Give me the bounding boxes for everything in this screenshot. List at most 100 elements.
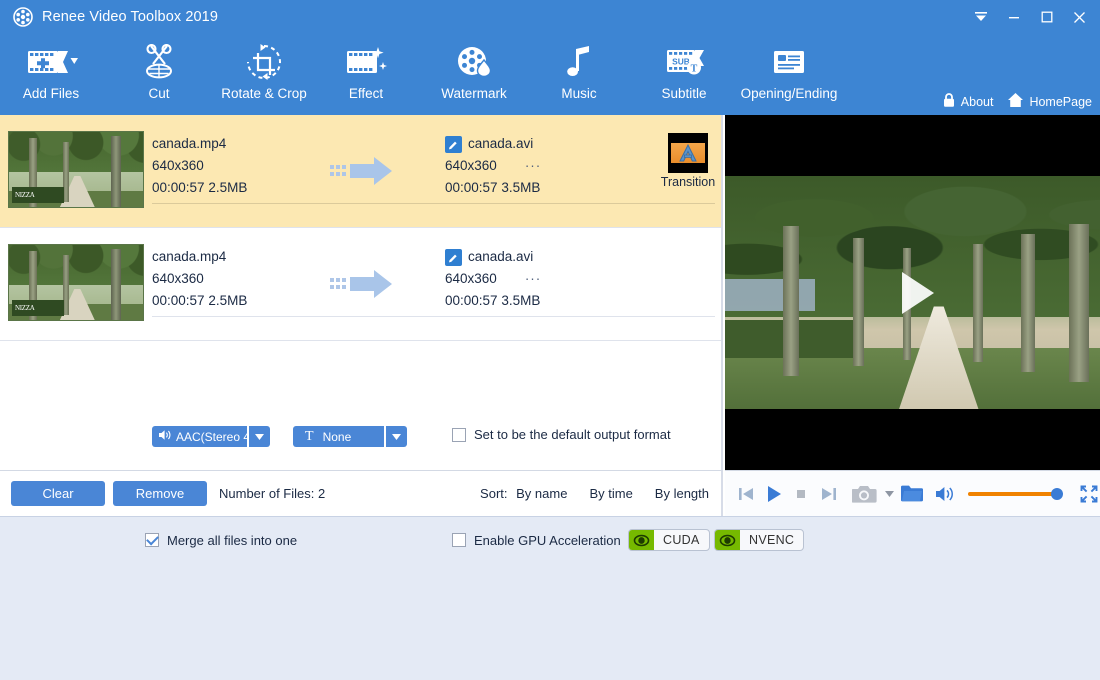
audio-track-value: AAC(Stereo 4 bbox=[176, 429, 247, 444]
speaker-icon[interactable] bbox=[934, 481, 956, 507]
source-metadata: canada.mp4 640x360 00:00:57 2.5MB bbox=[152, 246, 247, 312]
source-filename: canada.mp4 bbox=[152, 136, 227, 151]
home-icon bbox=[1007, 92, 1024, 111]
minimize-button[interactable] bbox=[997, 2, 1030, 32]
toolbar-item-subtitle[interactable]: SUB T Subtitle bbox=[629, 40, 739, 101]
subtitle-track-dropdown[interactable]: T None bbox=[293, 426, 407, 447]
svg-text:T: T bbox=[691, 63, 698, 74]
clear-button[interactable]: Clear bbox=[11, 481, 105, 506]
nvidia-eye-icon bbox=[715, 530, 740, 550]
settings-panel: Merge all files into one Enable GPU Acce… bbox=[0, 516, 1100, 680]
about-label: About bbox=[960, 94, 994, 109]
app-header: Renee Video Toolbox 2019 Add Files Cut R… bbox=[0, 0, 1100, 115]
toolbar-item-label: Subtitle bbox=[661, 86, 707, 101]
target-duration: 00:00:57 bbox=[445, 180, 498, 195]
target-metadata: canada.avi 640x360 ··· 00:00:57 3.5MB bbox=[445, 246, 541, 312]
toolbar-item-cut[interactable]: Cut bbox=[104, 40, 214, 101]
add-film-icon bbox=[24, 40, 78, 84]
skip-previous-icon[interactable] bbox=[735, 481, 757, 507]
target-resolution: 640x360 bbox=[445, 271, 497, 286]
stop-icon[interactable] bbox=[791, 481, 813, 507]
thumbnail-caption: NIZZA bbox=[12, 187, 64, 203]
target-duration: 00:00:57 bbox=[445, 293, 498, 308]
toolbar-item-label: Opening/Ending bbox=[740, 86, 838, 101]
subtitle-sub-t-icon: SUB T bbox=[663, 40, 705, 84]
play-icon[interactable] bbox=[763, 481, 785, 507]
film-reel-icon bbox=[12, 6, 34, 28]
convert-arrow-icon bbox=[330, 270, 400, 298]
toolbar-item-watermark[interactable]: Watermark bbox=[419, 40, 529, 101]
volume-slider-knob[interactable] bbox=[1051, 487, 1064, 500]
folder-icon[interactable] bbox=[900, 481, 924, 507]
subtitle-track-value: None bbox=[322, 429, 352, 444]
header-links: About HomePage bbox=[942, 92, 1092, 111]
checkbox-box bbox=[452, 427, 466, 442]
sort-controls: Sort: By name By time By length bbox=[480, 486, 709, 501]
toolbar-item-label: Cut bbox=[148, 86, 170, 101]
volume-slider[interactable] bbox=[967, 487, 1064, 500]
close-button[interactable] bbox=[1063, 2, 1096, 32]
file-list-panel[interactable]: NIZZA canada.mp4 640x360 00:00:57 2.5MB bbox=[0, 115, 723, 470]
toolbar-item-label: Music bbox=[561, 86, 597, 101]
window-controls bbox=[964, 0, 1096, 34]
toolbar-item-opening-ending[interactable]: Opening/Ending bbox=[734, 40, 844, 101]
rotate-crop-icon bbox=[244, 40, 284, 84]
gpu-acceleration-label: Enable GPU Acceleration bbox=[474, 532, 621, 548]
target-more: ··· bbox=[524, 158, 542, 173]
toolbar-item-add-files[interactable]: Add Files bbox=[0, 40, 106, 101]
opening-ending-icon bbox=[769, 40, 809, 84]
table-row[interactable]: NIZZA canada.mp4 640x360 00:00:57 2.5MB bbox=[0, 228, 721, 447]
watermark-droplet-icon bbox=[454, 40, 494, 84]
source-size: 2.5MB bbox=[208, 293, 248, 308]
target-filename: canada.avi bbox=[468, 136, 534, 151]
about-link[interactable]: About bbox=[942, 92, 994, 111]
gpu-acceleration-checkbox[interactable]: Enable GPU Acceleration bbox=[452, 533, 621, 548]
remove-button[interactable]: Remove bbox=[113, 481, 207, 506]
file-count-label: Number of Files: 2 bbox=[219, 486, 326, 501]
film-sparkle-icon bbox=[344, 40, 388, 84]
transition-label: Transition bbox=[660, 175, 716, 189]
caret-down-icon[interactable] bbox=[249, 426, 270, 447]
toolbar-item-effect[interactable]: Effect bbox=[311, 40, 421, 101]
svg-text:SUB: SUB bbox=[672, 57, 690, 67]
transition-a-icon bbox=[668, 133, 708, 173]
play-overlay-icon[interactable] bbox=[876, 256, 950, 330]
skip-next-icon[interactable] bbox=[818, 481, 840, 507]
caret-down-icon[interactable] bbox=[884, 481, 894, 507]
caret-down-icon[interactable] bbox=[386, 426, 407, 447]
toolbar-item-rotate-crop[interactable]: Rotate & Crop bbox=[209, 40, 319, 101]
thumbnail-caption: NIZZA bbox=[12, 300, 64, 316]
fullscreen-icon[interactable] bbox=[1078, 481, 1100, 507]
transition-button[interactable]: Transition bbox=[659, 133, 717, 189]
sort-option-by-name[interactable]: By name bbox=[516, 486, 567, 501]
source-filename: canada.mp4 bbox=[152, 249, 227, 264]
list-toolbar: Clear Remove Number of Files: 2 Sort: By… bbox=[0, 470, 723, 516]
edit-pencil-icon[interactable] bbox=[445, 135, 462, 153]
table-row[interactable]: NIZZA canada.mp4 640x360 00:00:57 2.5MB bbox=[0, 115, 721, 334]
audio-track-dropdown[interactable]: AAC(Stereo 4 bbox=[152, 426, 270, 447]
edit-pencil-icon[interactable] bbox=[445, 248, 462, 266]
target-size: 3.5MB bbox=[501, 293, 541, 308]
source-resolution: 640x360 bbox=[152, 271, 204, 286]
menu-collapse-button[interactable] bbox=[964, 2, 997, 32]
maximize-button[interactable] bbox=[1030, 2, 1063, 32]
target-filename: canada.avi bbox=[468, 249, 534, 264]
camera-icon[interactable] bbox=[852, 481, 878, 507]
toolbar-item-music[interactable]: Music bbox=[524, 40, 634, 101]
target-size: 3.5MB bbox=[501, 180, 541, 195]
sort-option-by-time[interactable]: By time bbox=[589, 486, 632, 501]
default-output-format-checkbox[interactable]: Set to be the default output format bbox=[452, 427, 671, 442]
speaker-icon bbox=[158, 429, 171, 444]
video-preview[interactable]: 11:30AM NIZZA GARDEN bbox=[725, 115, 1100, 470]
app-title: Renee Video Toolbox 2019 bbox=[42, 9, 219, 25]
player-controls bbox=[725, 470, 1100, 516]
cuda-label: CUDA bbox=[663, 533, 700, 547]
source-size: 2.5MB bbox=[208, 180, 248, 195]
main-toolbar: Add Files Cut Rotate & Crop Effect Water… bbox=[0, 34, 1100, 115]
default-output-format-label: Set to be the default output format bbox=[474, 427, 671, 442]
merge-files-checkbox[interactable]: Merge all files into one bbox=[145, 533, 297, 548]
sort-option-by-length[interactable]: By length bbox=[655, 486, 709, 501]
nvidia-eye-icon bbox=[629, 530, 654, 550]
homepage-link[interactable]: HomePage bbox=[1007, 92, 1092, 111]
source-resolution: 640x360 bbox=[152, 158, 204, 173]
